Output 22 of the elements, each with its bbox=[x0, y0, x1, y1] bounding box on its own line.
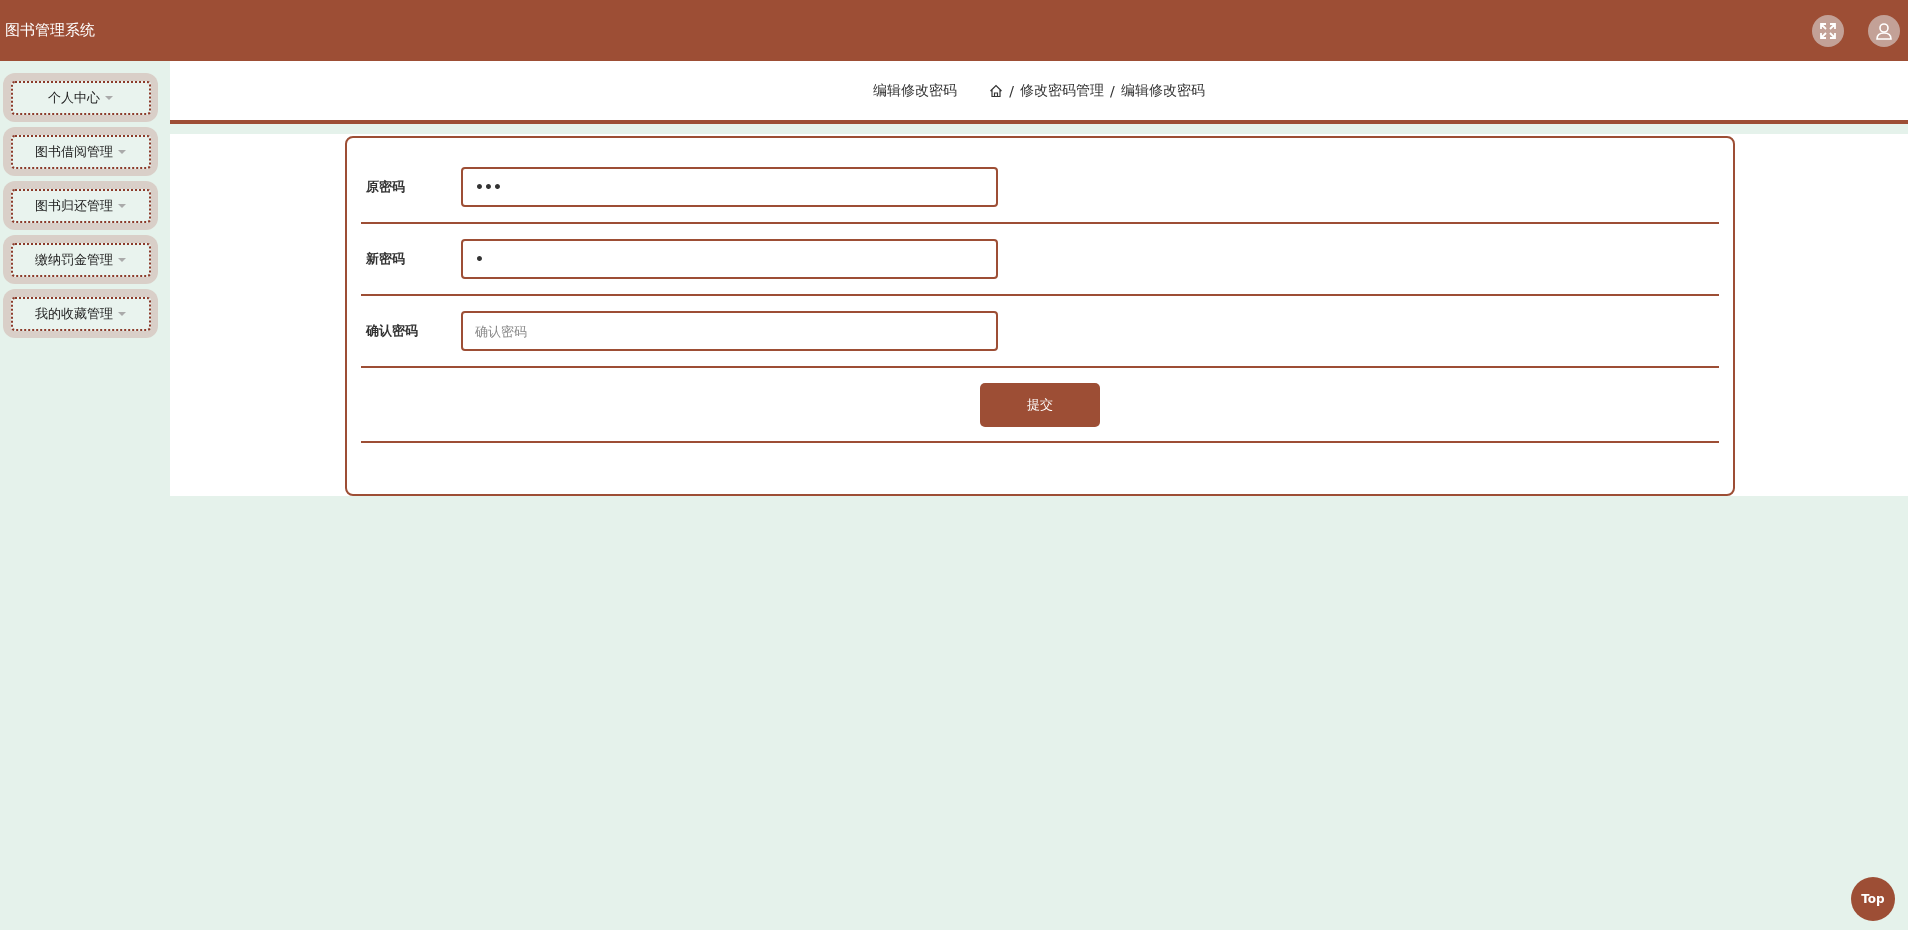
fullscreen-icon[interactable] bbox=[1812, 14, 1844, 47]
breadcrumb-link[interactable]: 编辑修改密码 bbox=[1120, 81, 1205, 100]
app-title: 图书管理系统 bbox=[5, 21, 95, 40]
submit-button[interactable]: 提交 bbox=[980, 382, 1100, 427]
sidebar-item[interactable]: 图书归还管理 bbox=[10, 188, 151, 223]
home-icon[interactable] bbox=[989, 83, 1004, 98]
breadcrumb-link[interactable]: 修改密码管理 bbox=[1020, 81, 1104, 100]
field-label: 确认密码 bbox=[364, 322, 419, 340]
breadcrumb-separator: / bbox=[1110, 82, 1115, 99]
field-label: 原密码 bbox=[365, 178, 406, 196]
sidebar-item[interactable]: 个人中心 bbox=[10, 80, 151, 115]
sidebar-item[interactable]: 缴纳罚金管理 bbox=[10, 242, 151, 277]
field-label: 新密码 bbox=[365, 250, 406, 268]
password-field[interactable]: 确认密码 bbox=[461, 311, 998, 351]
page-title: 编辑修改密码 bbox=[873, 81, 958, 100]
sidebar-item[interactable]: 图书借阅管理 bbox=[10, 134, 151, 169]
password-field[interactable]: • bbox=[461, 239, 998, 279]
breadcrumb-separator: / bbox=[1009, 82, 1014, 99]
back-to-top-button[interactable]: Top bbox=[1851, 877, 1895, 921]
sidebar-item[interactable]: 我的收藏管理 bbox=[10, 296, 151, 331]
user-icon[interactable] bbox=[1868, 14, 1900, 47]
password-field[interactable]: ••• bbox=[461, 167, 998, 207]
